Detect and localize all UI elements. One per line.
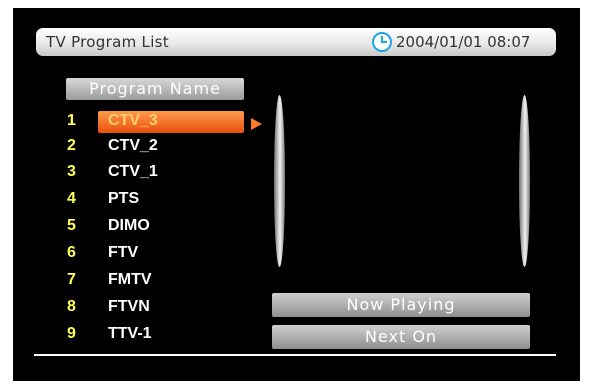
bottom-divider — [34, 354, 556, 356]
program-row-4[interactable]: 4 PTS — [56, 188, 256, 212]
program-row-7[interactable]: 7 FMTV — [56, 269, 256, 293]
program-number: 4 — [67, 190, 76, 207]
program-name: FTVN — [108, 298, 150, 315]
clock-icon — [372, 32, 392, 52]
program-name: CTV_2 — [108, 137, 158, 154]
program-number: 9 — [67, 325, 76, 342]
preview-frame-left-edge — [274, 95, 285, 267]
datetime-display: 2004/01/01 08:07 — [396, 33, 531, 51]
program-number: 7 — [67, 271, 76, 288]
program-number: 1 — [67, 112, 76, 129]
program-number: 3 — [67, 163, 76, 180]
program-row-6[interactable]: 6 FTV — [56, 242, 256, 266]
program-row-8[interactable]: 8 FTVN — [56, 296, 256, 320]
program-row-2[interactable]: 2 CTV_2 — [56, 135, 256, 159]
program-number: 5 — [67, 217, 76, 234]
program-name-column-header: Program Name — [66, 78, 244, 100]
preview-frame-right-edge — [519, 95, 530, 267]
program-name: TTV-1 — [108, 325, 152, 342]
page-title: TV Program List — [46, 33, 169, 51]
program-name: CTV_3 — [108, 112, 158, 129]
program-number: 6 — [67, 244, 76, 261]
program-name: FMTV — [108, 271, 152, 288]
title-bar: TV Program List 2004/01/01 08:07 — [36, 28, 556, 56]
program-name: CTV_1 — [108, 163, 158, 180]
program-row-3[interactable]: 3 CTV_1 — [56, 161, 256, 185]
program-name: DIMO — [108, 217, 150, 234]
program-name: PTS — [108, 190, 140, 207]
program-row-5[interactable]: 5 DIMO — [56, 215, 256, 239]
program-number: 8 — [67, 298, 76, 315]
program-row-1[interactable]: 1 CTV_3 — [56, 110, 256, 134]
program-number: 2 — [67, 137, 76, 154]
now-playing-button[interactable]: Now Playing — [272, 293, 530, 317]
next-on-button[interactable]: Next On — [272, 325, 530, 349]
program-row-9[interactable]: 9 TTV-1 — [56, 323, 256, 347]
program-name: FTV — [108, 244, 139, 261]
triangle-right-icon — [251, 118, 262, 130]
